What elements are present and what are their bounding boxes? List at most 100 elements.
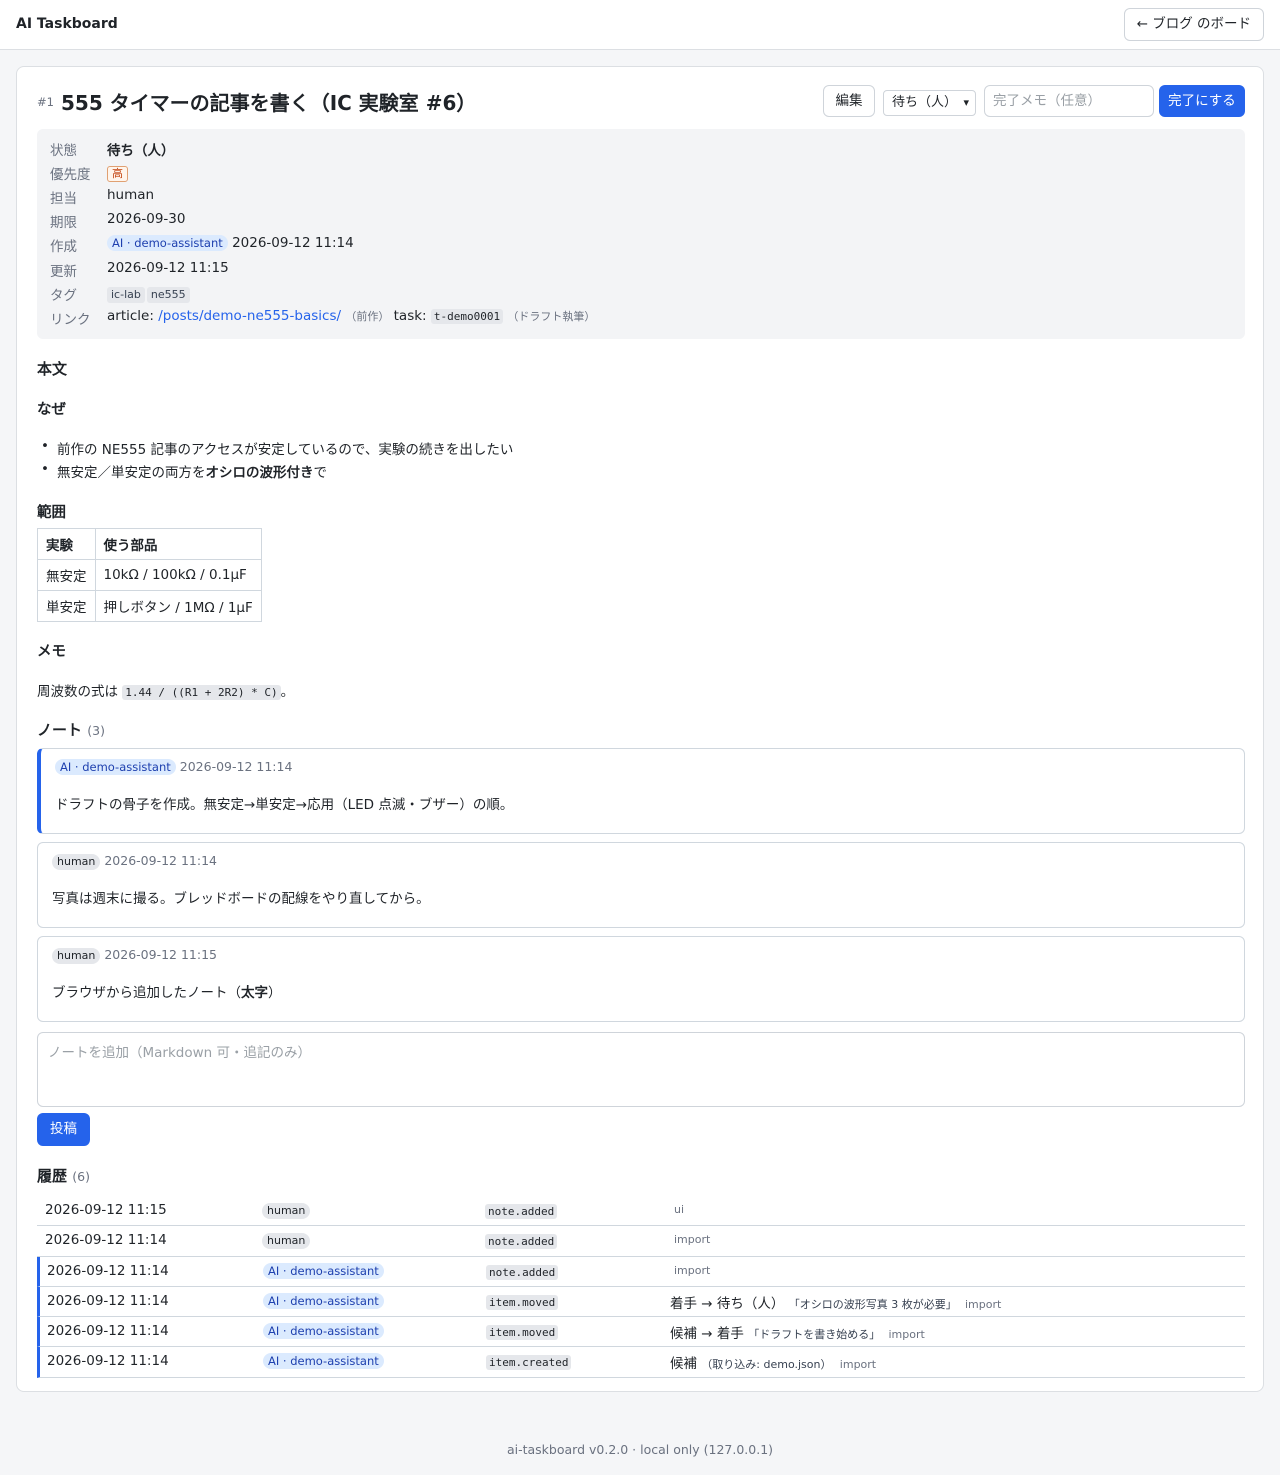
history-time: 2026-09-12 11:14	[47, 1262, 169, 1279]
link-article-label: article:	[107, 308, 154, 324]
formula-code: 1.44 / ((R1 + 2R2) * C)	[122, 685, 281, 700]
event-kind: note.added	[485, 1234, 558, 1250]
meta-key: 担当	[50, 191, 77, 207]
app-brand[interactable]: AI Taskboard	[16, 16, 118, 32]
complete-button[interactable]: 完了にする	[1159, 85, 1245, 117]
event-kind: note.added	[485, 1204, 558, 1219]
note-time: 2026-09-12 11:15	[104, 947, 217, 962]
table-header: 実験	[37, 528, 96, 560]
back-to-board-button[interactable]: ← ブログ のボード	[1123, 8, 1264, 41]
actor-badge-ai: AI · demo-assistant	[263, 1292, 384, 1309]
meta-assignee-row: 担当 human	[50, 187, 1230, 207]
notes-heading: ノート (3)	[37, 721, 105, 739]
note-card: human 2026-09-12 11:14 写真は週末に撮る。ブレッドボードの…	[37, 842, 1245, 928]
event-detail: 着手 → 待ち（人）	[670, 1295, 785, 1312]
assignee-value: human	[107, 187, 155, 203]
event-source: import	[888, 1328, 925, 1342]
tag-chip[interactable]: ne555	[146, 287, 190, 303]
meta-updated-row: 更新 2026-09-12 11:15	[50, 260, 1230, 280]
task-link-id[interactable]: t-demo0001	[430, 309, 504, 324]
article-link[interactable]: /posts/demo-ne555-basics/	[158, 308, 341, 324]
history-row: 2026-09-12 11:14 AI · demo-assistant ite…	[37, 1286, 1245, 1318]
history-row: 2026-09-12 11:14 AI · demo-assistant not…	[37, 1256, 1245, 1287]
note-time: 2026-09-12 11:14	[179, 759, 293, 774]
meta-key: 更新	[50, 264, 77, 280]
status-select-value: 待ち（人）	[892, 95, 958, 110]
history-time: 2026-09-12 11:14	[47, 1323, 169, 1340]
event-source: import	[965, 1297, 1002, 1311]
note-input[interactable]: ノートを追加（Markdown 可・追記のみ）	[37, 1032, 1245, 1107]
meta-links-row: リンク article: /posts/demo-ne555-basics/ （…	[50, 308, 1230, 328]
meta-due-row: 期限 2026-09-30	[50, 211, 1230, 231]
meta-key: タグ	[50, 288, 77, 304]
event-kind: item.moved	[486, 1294, 559, 1310]
event-detail: 候補 → 着手	[670, 1326, 744, 1343]
event-source: import	[674, 1233, 711, 1247]
table-cell: 単安定	[37, 590, 96, 622]
status-select[interactable]: 待ち（人） ▾	[883, 90, 976, 116]
actor-badge-ai: AI · demo-assistant	[55, 759, 176, 775]
note-body: ドラフトの骨子を作成。無安定→単安定→応用（LED 点滅・ブザー）の順。	[55, 797, 514, 813]
history-row: 2026-09-12 11:15 human note.added ui	[37, 1196, 1245, 1227]
completion-memo-input[interactable]: 完了メモ（任意）	[984, 85, 1154, 117]
meta-key: 作成	[50, 239, 77, 255]
actor-badge-human: human	[262, 1233, 311, 1250]
due-value: 2026-09-30	[107, 211, 186, 227]
event-kind: item.moved	[486, 1325, 559, 1341]
edit-button[interactable]: 編集	[823, 85, 875, 117]
actor-badge-ai: AI · demo-assistant	[263, 1323, 384, 1340]
why-heading: なぜ	[37, 402, 66, 418]
footer: ai-taskboard v0.2.0 · local only (127.0.…	[506, 1442, 774, 1457]
event-detail: 候補	[670, 1356, 697, 1373]
actor-badge-ai: AI · demo-assistant	[107, 235, 228, 251]
meta-key: 状態	[50, 143, 77, 159]
event-source: import	[839, 1358, 877, 1372]
note-time: 2026-09-12 11:14	[104, 853, 217, 868]
history-row: 2026-09-12 11:14 AI · demo-assistant ite…	[37, 1317, 1245, 1348]
meta-key: 期限	[50, 215, 77, 231]
table-header: 使う部品	[94, 528, 262, 560]
history-time: 2026-09-12 11:14	[47, 1353, 169, 1370]
history-row: 2026-09-12 11:14 human note.added import	[37, 1226, 1245, 1257]
note-card: AI · demo-assistant 2026-09-12 11:14 ドラフ…	[37, 748, 1245, 834]
table-row: 無安定 10kΩ / 100kΩ / 0.1μF	[37, 559, 262, 591]
note-card: human 2026-09-12 11:15 ブラウザから追加したノート（太字）	[37, 936, 1245, 1022]
history-heading: 履歴 (6)	[37, 1167, 90, 1185]
task-id: #1	[37, 95, 54, 109]
event-source: ui	[674, 1203, 685, 1216]
history-count: (6)	[72, 1169, 90, 1184]
table-cell: 10kΩ / 100kΩ / 0.1μF	[94, 559, 262, 591]
history-row: 2026-09-12 11:14 AI · demo-assistant ite…	[37, 1347, 1245, 1378]
table-cell: 無安定	[37, 559, 96, 591]
actor-badge-human: human	[52, 854, 101, 870]
tag-chip[interactable]: ic-lab	[107, 287, 145, 303]
meta-status-row: 状態 待ち（人）	[50, 139, 1230, 159]
note-body: 写真は週末に撮る。ブレッドボードの配線をやり直してから。	[52, 891, 430, 907]
task-detail-card: #1 555 タイマーの記事を書く（IC 実験室 #6） 編集 待ち（人） ▾ …	[16, 66, 1264, 1392]
note-body: ブラウザから追加したノート（太字）	[52, 985, 282, 1001]
actor-badge-human: human	[52, 948, 101, 964]
link-note: （前作）	[345, 310, 390, 323]
why-list-item: 前作の NE555 記事のアクセスが安定しているので、実験の続きを出したい	[41, 438, 513, 458]
task-title: 555 タイマーの記事を書く（IC 実験室 #6）	[61, 91, 477, 115]
table-cell: 押しボタン / 1MΩ / 1μF	[94, 590, 262, 622]
why-list-item: 無安定／単安定の両方をオシロの波形付きで	[41, 461, 327, 481]
event-reason: 「オシロの波形写真 3 枚が必要」	[788, 1297, 957, 1311]
history-table: 2026-09-12 11:15 human note.added ui 202…	[37, 1196, 1245, 1378]
top-bar: AI Taskboard ← ブログ のボード	[0, 0, 1280, 50]
updated-value: 2026-09-12 11:15	[107, 260, 229, 276]
meta-priority-row: 優先度 高	[50, 163, 1230, 183]
actor-badge-ai: AI · demo-assistant	[263, 1262, 384, 1279]
history-time: 2026-09-12 11:15	[45, 1202, 167, 1218]
task-meta-panel: 状態 待ち（人） 優先度 高 担当 human 期限 2026-09-30 作成…	[37, 129, 1245, 339]
priority-badge: 高	[107, 166, 128, 182]
meta-created-row: 作成 AI · demo-assistant 2026-09-12 11:14	[50, 235, 1230, 255]
meta-tags-row: タグ ic-lab ne555	[50, 284, 1230, 304]
status-value: 待ち（人）	[107, 143, 175, 159]
memo-heading: メモ	[37, 644, 66, 660]
actor-badge-human: human	[262, 1203, 311, 1219]
post-note-button[interactable]: 投稿	[37, 1113, 90, 1146]
event-kind: note.added	[486, 1264, 559, 1280]
scope-heading: 範囲	[37, 505, 66, 521]
table-row: 単安定 押しボタン / 1MΩ / 1μF	[37, 590, 262, 622]
